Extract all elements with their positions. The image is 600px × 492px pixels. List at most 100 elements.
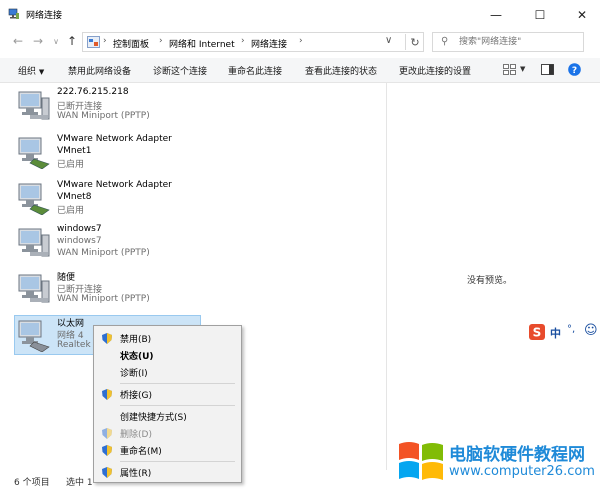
ime-smiley-icon[interactable]: ☺ bbox=[584, 323, 598, 338]
menu-item-delete: 删除(D) bbox=[95, 425, 240, 442]
view-status-button[interactable]: 查看此连接的状态 bbox=[305, 64, 377, 77]
search-box[interactable]: ⚲ bbox=[432, 32, 584, 52]
context-menu: 禁用(B) 状态(U) 诊断(I) 桥接(G) 创建快捷方式(S) 删除(D) … bbox=[93, 325, 242, 483]
ime-toolbar[interactable]: S 中 °, ☺ bbox=[527, 322, 600, 342]
menu-item-label: 状态(U) bbox=[120, 352, 154, 362]
no-preview-text: 没有预览。 bbox=[467, 276, 513, 286]
list-item-connection[interactable]: 222.76.215.218 已断开连接 WAN Miniport (PPTP) bbox=[14, 87, 386, 131]
network-adapter-icon bbox=[18, 183, 50, 215]
menu-item-create-shortcut[interactable]: 创建快捷方式(S) bbox=[95, 408, 240, 425]
address-bar[interactable]: › 控制面板 › 网络和 Internet › 网络连接 › ∨ ↻ bbox=[82, 32, 424, 52]
list-item-connection[interactable]: windows7 windows7 WAN Miniport (PPTP) bbox=[14, 224, 386, 268]
view-options-icon[interactable] bbox=[503, 64, 516, 75]
command-bar: 组织 ▼ 禁用此网络设备 诊断这个连接 重命名此连接 查看此连接的状态 更改此连… bbox=[0, 58, 600, 83]
dialup-connection-icon bbox=[18, 274, 50, 303]
menu-item-label: 删除(D) bbox=[120, 430, 152, 440]
menu-item-diagnose[interactable]: 诊断(I) bbox=[95, 364, 240, 381]
menu-separator bbox=[120, 383, 235, 384]
connection-name: 222.76.215.218 bbox=[57, 87, 129, 97]
breadcrumb-separator-icon: › bbox=[103, 36, 107, 46]
breadcrumb-separator-icon: › bbox=[299, 36, 303, 46]
connection-name: windows7 bbox=[57, 224, 102, 234]
breadcrumb-separator-icon: › bbox=[159, 36, 163, 46]
window-title: 网络连接 bbox=[26, 11, 63, 21]
breadcrumb-control-panel[interactable]: 控制面板 bbox=[113, 37, 149, 50]
watermark: 电脑软硬件教程网 www.computer26.com bbox=[395, 436, 600, 492]
rename-connection-button[interactable]: 重命名此连接 bbox=[228, 64, 282, 77]
diagnose-connection-button[interactable]: 诊断这个连接 bbox=[153, 64, 207, 77]
list-item-connection[interactable]: 随便 已断开连接 WAN Miniport (PPTP) bbox=[14, 270, 386, 314]
item-count: 6 个项目 bbox=[14, 478, 50, 488]
chevron-down-icon: ▼ bbox=[38, 68, 45, 76]
connection-device: WAN Miniport (PPTP) bbox=[57, 111, 150, 121]
address-dropdown-chevron-icon[interactable]: ∨ bbox=[385, 35, 392, 46]
windows-logo-icon bbox=[399, 442, 443, 480]
recent-locations-chevron-icon[interactable]: ∨ bbox=[48, 33, 64, 49]
connection-device: Realtek I bbox=[57, 340, 97, 350]
menu-item-label: 重命名(M) bbox=[120, 447, 162, 457]
navigation-bar: ← → ∨ ↑ › 控制面板 › 网络和 Internet › 网络连接 › ∨… bbox=[0, 29, 600, 55]
ethernet-adapter-icon bbox=[18, 320, 50, 352]
menu-item-properties[interactable]: 属性(R) bbox=[95, 464, 240, 481]
connection-status: 已启用 bbox=[57, 160, 85, 170]
menu-separator bbox=[120, 461, 235, 462]
search-input[interactable] bbox=[459, 34, 579, 50]
menu-item-label: 属性(R) bbox=[120, 469, 152, 479]
ime-mode[interactable]: 中 bbox=[550, 325, 561, 341]
menu-item-rename[interactable]: 重命名(M) bbox=[95, 442, 240, 459]
minimize-button[interactable]: — bbox=[480, 0, 512, 29]
menu-item-bridge[interactable]: 桥接(G) bbox=[95, 386, 240, 403]
menu-item-label: 桥接(G) bbox=[120, 391, 152, 401]
preview-pane: 没有预览。 bbox=[386, 83, 600, 470]
menu-item-label: 创建快捷方式(S) bbox=[120, 413, 187, 423]
connection-status: 已启用 bbox=[57, 206, 85, 216]
title-bar: 网络连接 — ☐ ✕ bbox=[0, 0, 600, 29]
dialup-connection-icon bbox=[18, 91, 50, 120]
breadcrumb-network-connections[interactable]: 网络连接 bbox=[251, 37, 287, 50]
menu-separator bbox=[120, 405, 235, 406]
shield-icon bbox=[102, 467, 112, 478]
menu-item-status[interactable]: 状态(U) bbox=[95, 347, 240, 364]
list-item-connection[interactable]: VMware Network Adapter VMnet8 已启用 bbox=[14, 179, 386, 223]
connection-name-text: VMware Network Adapter VMnet1 bbox=[57, 134, 172, 156]
svg-text:?: ? bbox=[572, 66, 577, 76]
connection-name: VMware Network Adapter VMnet8 bbox=[57, 179, 175, 203]
shield-icon bbox=[102, 333, 112, 344]
ime-punctuation[interactable]: °, bbox=[567, 324, 575, 335]
view-options-chevron-icon[interactable]: ▼ bbox=[520, 65, 525, 73]
connection-device: WAN Miniport (PPTP) bbox=[57, 294, 150, 304]
close-button[interactable]: ✕ bbox=[566, 0, 598, 29]
dialup-connection-icon bbox=[18, 228, 50, 257]
connection-status: windows7 bbox=[57, 236, 102, 246]
back-button[interactable]: ← bbox=[10, 33, 26, 49]
change-settings-button[interactable]: 更改此连接的设置 bbox=[399, 64, 471, 77]
sogou-ime-logo-icon: S bbox=[529, 324, 545, 340]
help-icon[interactable]: ? bbox=[568, 63, 581, 76]
shield-icon bbox=[102, 445, 112, 456]
up-button[interactable]: ↑ bbox=[64, 33, 80, 49]
control-panel-icon bbox=[87, 36, 100, 48]
organize-menu[interactable]: 组织 ▼ bbox=[18, 64, 44, 77]
svg-text:S: S bbox=[533, 326, 542, 340]
network-connections-app-icon bbox=[8, 8, 19, 19]
list-item-connection[interactable]: VMware Network Adapter VMnet1 已启用 bbox=[14, 133, 386, 177]
shield-icon bbox=[102, 389, 112, 400]
network-adapter-icon bbox=[18, 137, 50, 169]
breadcrumb-separator-icon: › bbox=[241, 36, 245, 46]
disable-device-button[interactable]: 禁用此网络设备 bbox=[68, 64, 131, 77]
connection-device: WAN Miniport (PPTP) bbox=[57, 248, 150, 258]
organize-label: 组织 bbox=[18, 67, 37, 77]
maximize-button[interactable]: ☐ bbox=[524, 0, 556, 29]
breadcrumb-network-internet[interactable]: 网络和 Internet bbox=[169, 37, 235, 50]
refresh-button[interactable]: ↻ bbox=[405, 34, 424, 50]
watermark-title: 电脑软硬件教程网 bbox=[449, 445, 585, 465]
menu-item-label: 诊断(I) bbox=[120, 369, 148, 379]
menu-item-label: 禁用(B) bbox=[120, 335, 152, 345]
shield-icon bbox=[102, 428, 112, 439]
selected-count: 选中 1 bbox=[66, 478, 93, 488]
preview-pane-icon[interactable] bbox=[541, 64, 554, 75]
connection-name: VMware Network Adapter VMnet1 bbox=[57, 133, 175, 157]
menu-item-disable[interactable]: 禁用(B) bbox=[95, 330, 240, 347]
forward-button[interactable]: → bbox=[30, 33, 46, 49]
connection-name-text: VMware Network Adapter VMnet8 bbox=[57, 180, 172, 202]
